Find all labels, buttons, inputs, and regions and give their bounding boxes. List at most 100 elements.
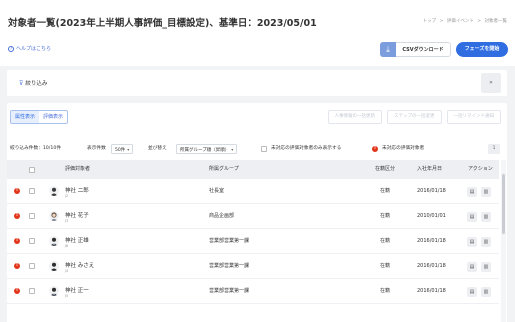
bulk-update-hr-button[interactable]: 人事情報の一括更新 — [327, 110, 382, 124]
status-cell: 在籍 — [380, 213, 391, 219]
row-checkbox[interactable] — [29, 238, 35, 244]
joined-date-cell: 2010/01/01 — [417, 213, 446, 219]
chevron-down-icon: ▾ — [231, 147, 234, 152]
warning-icon: ! — [14, 263, 20, 269]
employee-name[interactable]: 神社 正雄 — [65, 236, 89, 244]
table-row[interactable]: ! 神社 正一 J5 営業部営業第一課 在籍 2016/01/18 ▤ ▥ — [7, 279, 499, 304]
employee-name[interactable]: 神社 正一 — [65, 286, 89, 294]
main-card: 属性表示 評価表示 人事情報の一括更新 ステップの一括変更 一括リマインド通知 … — [7, 103, 507, 322]
display-count-select[interactable]: 50件 ▾ — [111, 144, 134, 154]
employee-name[interactable]: 神社 みさえ — [65, 261, 94, 269]
group-cell: 営業部営業第一課 — [209, 288, 250, 294]
document-view-icon[interactable]: ▤ — [467, 212, 477, 222]
document-view-icon[interactable]: ▤ — [467, 237, 477, 247]
unhandled-only-label: 未対応の評価対象者のみ表示する — [271, 146, 342, 151]
help-icon: ? — [8, 45, 14, 52]
download-icon[interactable]: ⤓ — [380, 42, 396, 57]
employee-grade: J5 — [65, 294, 69, 298]
avatar — [49, 236, 59, 246]
unhandled-legend: 未対応の評価対象者 — [382, 146, 425, 151]
bulk-actions: 人事情報の一括更新 ステップの一括変更 一括リマインド通知 — [327, 110, 501, 124]
group-cell: 商品企画部 — [209, 213, 235, 219]
table-row[interactable]: ! 神社 みさえ J4 営業部営業第一課 在籍 2016/01/18 ▤ ▥ — [7, 254, 499, 279]
filter-label: 絞り込み — [25, 81, 48, 87]
breadcrumb-event[interactable]: 評価イベント — [447, 19, 474, 24]
avatar — [49, 211, 59, 221]
select-all-checkbox[interactable] — [29, 167, 35, 173]
status-cell: 在籍 — [380, 188, 391, 194]
bulk-change-step-button[interactable]: ステップの一括変更 — [387, 110, 442, 124]
filter-icon: ⊽ — [19, 79, 24, 87]
status-cell: 在籍 — [380, 288, 391, 294]
warning-icon: ! — [14, 238, 20, 244]
tab-attributes[interactable]: 属性表示 — [11, 111, 40, 123]
group-cell: 営業部営業第一課 — [209, 238, 250, 244]
document-view-icon[interactable]: ▤ — [467, 262, 477, 272]
list-controls: 絞り込み件数：10/10件 表示件数 50件 ▾ 並び替え 所属グループ順（昇順）… — [10, 143, 504, 155]
display-count-value: 50件 — [115, 148, 126, 153]
status-cell: 在籍 — [380, 263, 391, 269]
document-edit-icon[interactable]: ▥ — [481, 212, 491, 222]
document-view-icon[interactable]: ▤ — [467, 187, 477, 197]
pagination-page-1[interactable]: 1 — [488, 144, 500, 154]
employee-name[interactable]: 神社 花子 — [65, 211, 89, 219]
display-count-label: 表示件数 — [87, 146, 106, 151]
joined-date-cell: 2016/01/18 — [417, 263, 446, 269]
table-row[interactable]: ! 神社 二郎 J2 社長室 在籍 2016/01/18 ▤ ▥ — [7, 179, 499, 204]
avatar — [49, 186, 59, 196]
breadcrumb-current: 対象者一覧 — [484, 19, 508, 24]
start-phase-button[interactable]: フェーズを開始 — [456, 42, 508, 57]
scrollbar-thumb[interactable] — [502, 174, 505, 234]
group-cell: 営業部営業第一課 — [209, 263, 250, 269]
group-cell: 社長室 — [209, 188, 225, 194]
breadcrumb-top[interactable]: トップ — [423, 19, 437, 24]
table-row[interactable]: ! 神社 花子 J3 商品企画部 在籍 2010/01/01 ▤ ▥ — [7, 204, 499, 229]
row-checkbox[interactable] — [29, 188, 35, 194]
column-header-group[interactable]: 所属グループ — [209, 160, 239, 179]
document-edit-icon[interactable]: ▥ — [481, 187, 491, 197]
row-checkbox[interactable] — [29, 213, 35, 219]
joined-date-cell: 2016/01/18 — [417, 188, 446, 194]
sort-label: 並び替え — [148, 146, 167, 151]
warning-icon: ! — [14, 288, 20, 294]
row-checkbox[interactable] — [29, 288, 35, 294]
column-header-target[interactable]: 評価対象者 — [65, 160, 90, 179]
column-header-joined[interactable]: 入社年月日 — [417, 160, 442, 179]
document-edit-icon[interactable]: ▥ — [481, 287, 491, 297]
column-header-status[interactable]: 在籍区分 — [375, 160, 395, 179]
help-label: ヘルプはこちら — [16, 46, 52, 52]
filter-toggle[interactable]: ⊽ 絞り込み — [19, 79, 48, 88]
employee-grade: J8 — [65, 244, 69, 248]
warning-icon: ! — [372, 146, 378, 152]
sort-select[interactable]: 所属グループ順（昇順） ▾ — [176, 144, 238, 154]
breadcrumb: トップ > 評価イベント > 対象者一覧 — [421, 18, 507, 24]
row-checkbox[interactable] — [29, 263, 35, 269]
filter-count: 絞り込み件数：10/10件 — [10, 146, 62, 151]
table-header: 評価対象者 所属グループ 在籍区分 入社年月日 アクション — [7, 160, 499, 179]
view-tabs: 属性表示 評価表示 — [10, 110, 69, 124]
employee-grade: J4 — [65, 269, 69, 273]
tab-evaluation[interactable]: 評価表示 — [39, 111, 67, 123]
document-view-icon[interactable]: ▤ — [467, 287, 477, 297]
joined-date-cell: 2016/01/18 — [417, 238, 446, 244]
scrollbar[interactable] — [501, 160, 506, 322]
avatar — [49, 286, 59, 296]
employee-grade: J3 — [65, 219, 69, 223]
help-link[interactable]: ? ヘルプはこちら — [8, 45, 51, 52]
chevron-double-down-icon[interactable]: » — [481, 73, 501, 93]
document-edit-icon[interactable]: ▥ — [481, 262, 491, 272]
breadcrumb-separator: > — [477, 19, 482, 24]
avatar — [49, 261, 59, 271]
filter-panel[interactable]: ⊽ 絞り込み » — [7, 70, 507, 96]
bulk-remind-button[interactable]: 一括リマインド通知 — [446, 110, 501, 124]
unhandled-only-checkbox[interactable] — [261, 146, 267, 152]
employee-grade: J2 — [65, 194, 69, 198]
chevron-down-icon: ▾ — [127, 147, 130, 152]
employee-name[interactable]: 神社 二郎 — [65, 186, 89, 194]
table-row[interactable]: ! 神社 正雄 J8 営業部営業第一課 在籍 2016/01/18 ▤ ▥ — [7, 229, 499, 254]
document-edit-icon[interactable]: ▥ — [481, 237, 491, 247]
column-header-action: アクション — [468, 166, 493, 172]
csv-download-button[interactable]: CSVダウンロード — [396, 42, 451, 57]
status-cell: 在籍 — [380, 238, 391, 244]
breadcrumb-separator: > — [439, 19, 444, 24]
